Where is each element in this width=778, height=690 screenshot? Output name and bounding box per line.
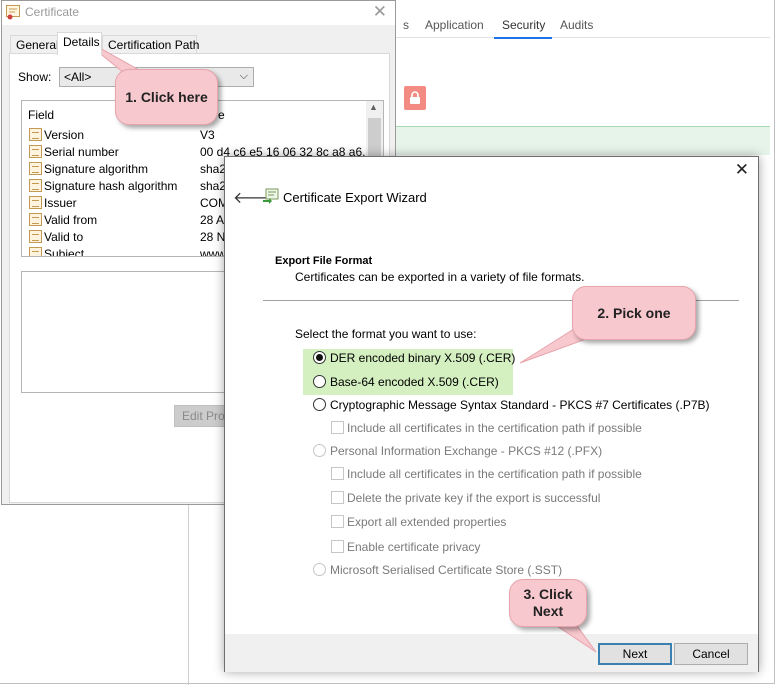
field-icon [29, 128, 42, 141]
certificate-export-icon [263, 188, 279, 204]
panel-divider [188, 505, 189, 685]
chevron-down-icon: ⌵ [239, 70, 248, 82]
tab-audits[interactable]: Audits [560, 18, 593, 32]
field-name: Signature hash algorithm [44, 179, 178, 193]
section-heading: Export File Format [275, 255, 373, 267]
scrollbar-thumb[interactable] [368, 118, 381, 158]
column-header-value[interactable]: e [218, 108, 225, 122]
field-name: Version [44, 128, 85, 142]
insecure-lock-icon [404, 86, 426, 110]
cancel-button[interactable]: Cancel [674, 643, 748, 665]
field-name: Valid from [44, 213, 98, 227]
field-icon [29, 247, 42, 256]
radio-button-disabled[interactable] [313, 444, 326, 457]
radio-button-checked[interactable] [313, 351, 326, 364]
field-name: Signature algorithm [44, 162, 149, 176]
tab-details[interactable]: Details [57, 32, 102, 55]
field-name: Issuer [44, 196, 77, 210]
field-name: Subject [44, 247, 85, 257]
callout-step-3: 3. Click Next [509, 579, 587, 627]
devtools-tab-bar: s Application Security Audits [395, 14, 770, 38]
certificate-icon [6, 5, 20, 20]
close-icon[interactable]: ✕ [735, 160, 749, 180]
show-label: Show: [18, 70, 52, 84]
wizard-footer: Next Cancel [225, 634, 758, 672]
checkbox-label: Include all certificates in the certific… [347, 467, 642, 481]
export-wizard-dialog: ✕ 🡐 Certificate Export Wizard Export Fil… [224, 156, 759, 672]
certificate-title: Certificate [25, 5, 80, 19]
list-item[interactable]: Version V3 [28, 127, 368, 144]
active-tab-indicator [494, 37, 552, 39]
field-value: www [200, 247, 226, 257]
field-value: V3 [200, 128, 215, 142]
radio-base64-label: Base-64 encoded X.509 (.CER) [330, 375, 499, 389]
callout-step-2-text: 2. Pick one [597, 304, 671, 321]
column-header-field[interactable]: Field [28, 108, 54, 122]
callout-step-3-text-line2: Next [532, 603, 564, 619]
next-button[interactable]: Next [598, 643, 672, 665]
checkbox-label: Delete the private key if the export is … [347, 491, 601, 505]
field-name: Valid to [44, 230, 84, 244]
checkbox-label: Enable certificate privacy [347, 540, 481, 554]
callout-step-2: 2. Pick one [572, 286, 696, 340]
radio-button[interactable] [313, 375, 326, 388]
checkbox[interactable] [331, 515, 344, 528]
callout-step-3-text-line1: 3. Click [523, 586, 573, 602]
tab-partial[interactable]: s [403, 18, 409, 32]
radio-button[interactable] [313, 398, 326, 411]
certificate-titlebar: Certificate ✕ [2, 1, 395, 25]
checkbox-label: Export all extended properties [347, 515, 507, 529]
tab-general[interactable]: General [10, 35, 59, 54]
callout-step-1: 1. Click here [115, 69, 218, 125]
field-icon [29, 145, 42, 158]
checkbox[interactable] [331, 467, 344, 480]
radio-p7b-label: Cryptographic Message Syntax Standard - … [330, 398, 710, 412]
checkbox[interactable] [331, 540, 344, 553]
field-icon [29, 196, 42, 209]
checkbox[interactable] [331, 421, 344, 434]
field-name: Serial number [44, 145, 119, 159]
close-icon[interactable]: ✕ [373, 2, 387, 22]
field-icon [29, 162, 42, 175]
show-dropdown-value: <All> [64, 70, 92, 84]
radio-der-label: DER encoded binary X.509 (.CER) [330, 351, 516, 365]
radio-pfx-label: Personal Information Exchange - PKCS #12… [330, 444, 603, 458]
checkbox[interactable] [331, 491, 344, 504]
wizard-title: Certificate Export Wizard [283, 190, 427, 205]
tab-application[interactable]: Application [425, 18, 484, 32]
section-subheading: Certificates can be exported in a variet… [295, 270, 585, 284]
field-icon [29, 213, 42, 226]
checkbox-label: Include all certificates in the certific… [347, 421, 642, 435]
field-icon [29, 230, 42, 243]
secure-summary-band [395, 127, 770, 155]
radio-sst-label: Microsoft Serialised Certificate Store (… [330, 563, 563, 577]
tab-certification-path[interactable]: Certification Path [102, 35, 199, 54]
tab-security[interactable]: Security [502, 18, 545, 32]
field-icon [29, 179, 42, 192]
format-prompt: Select the format you want to use: [295, 327, 477, 341]
radio-button-disabled[interactable] [313, 563, 326, 576]
scroll-up-icon[interactable]: ▲ [369, 102, 378, 112]
callout-step-1-text: 1. Click here [125, 88, 208, 105]
